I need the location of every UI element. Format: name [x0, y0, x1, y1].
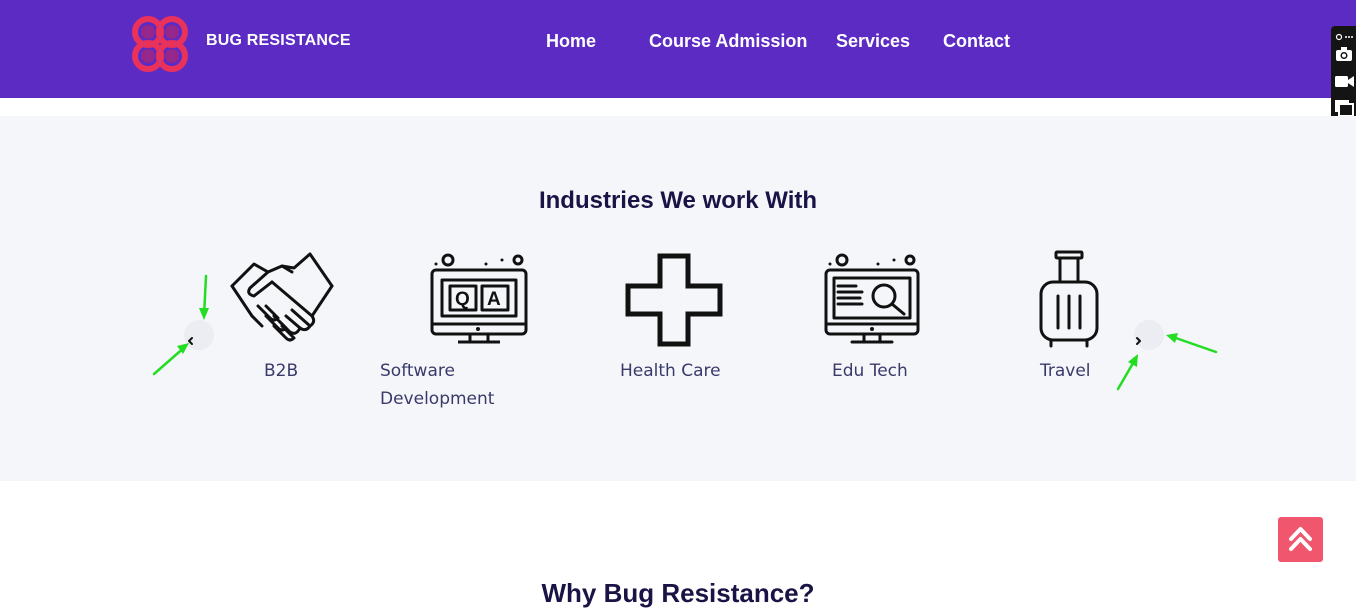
scroll-to-top-button[interactable] — [1278, 517, 1323, 562]
handshake-icon — [228, 252, 336, 352]
qa-monitor-icon: Q A — [428, 252, 530, 354]
camera-icon[interactable] — [1333, 43, 1355, 65]
medical-cross-icon — [624, 252, 724, 352]
logo-icon[interactable] — [128, 13, 192, 75]
nav-home[interactable]: Home — [546, 31, 596, 52]
toolbar-menu-icon[interactable] — [1335, 28, 1355, 41]
suitcase-icon — [1036, 250, 1102, 354]
industry-label: Health Care — [620, 361, 721, 381]
industry-label: B2B — [264, 361, 299, 381]
nav-contact[interactable]: Contact — [943, 31, 1010, 52]
section-title: Industries We work With — [538, 187, 818, 214]
video-camera-icon[interactable] — [1333, 70, 1355, 92]
chevron-left-icon — [188, 337, 193, 345]
double-chevron-up-icon — [1289, 527, 1312, 551]
search-monitor-icon — [822, 252, 922, 354]
svg-text:A: A — [487, 289, 501, 310]
industry-label: Software Development — [380, 361, 495, 409]
chevron-right-icon — [1136, 337, 1141, 345]
nav-course-admission[interactable]: Course Admission — [649, 31, 807, 52]
industry-label: Travel — [1040, 361, 1091, 381]
site-header: BUG RESISTANCE Home Course Admission Ser… — [0, 0, 1356, 98]
nav-services[interactable]: Services — [836, 31, 910, 52]
industry-label: Edu Tech — [832, 361, 908, 381]
brand-name[interactable]: BUG RESISTANCE — [206, 32, 351, 50]
svg-text:Q: Q — [455, 289, 470, 310]
carousel-prev-button[interactable] — [184, 320, 214, 350]
carousel-next-button[interactable] — [1134, 320, 1164, 350]
industries-section: Industries We work With B2B Q A Software… — [0, 116, 1356, 481]
